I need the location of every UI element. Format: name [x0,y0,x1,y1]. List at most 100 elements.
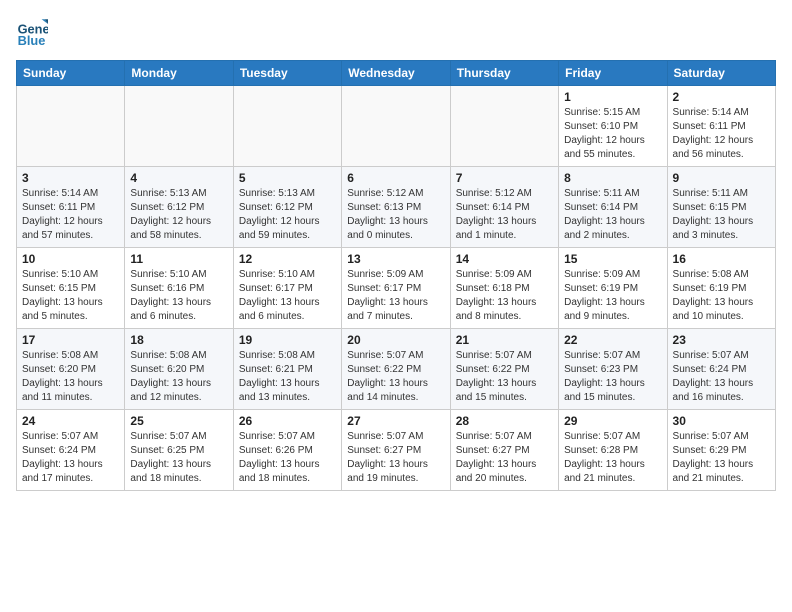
day-info: Sunrise: 5:08 AM Sunset: 6:21 PM Dayligh… [239,349,336,405]
day-cell: 7 Sunrise: 5:12 AM Sunset: 6:14 PM Daylig… [450,167,558,248]
day-number: 24 [22,414,119,428]
day-cell: 28 Sunrise: 5:07 AM Sunset: 6:27 PM Dayli… [450,410,558,491]
day-number: 19 [239,333,336,347]
day-cell: 4 Sunrise: 5:13 AM Sunset: 6:12 PM Daylig… [125,167,233,248]
day-info: Sunrise: 5:10 AM Sunset: 6:15 PM Dayligh… [22,268,119,324]
day-number: 27 [347,414,444,428]
day-cell: 6 Sunrise: 5:12 AM Sunset: 6:13 PM Daylig… [342,167,450,248]
day-info: Sunrise: 5:07 AM Sunset: 6:22 PM Dayligh… [347,349,444,405]
day-cell: 30 Sunrise: 5:07 AM Sunset: 6:29 PM Dayli… [667,410,775,491]
day-number: 10 [22,252,119,266]
weekday-header-sunday: Sunday [17,61,125,86]
day-cell: 15Sunrise: 5:09 AM Sunset: 6:19 PM Dayli… [559,248,667,329]
day-info: Sunrise: 5:08 AM Sunset: 6:20 PM Dayligh… [130,349,227,405]
day-number: 17 [22,333,119,347]
day-info: Sunrise: 5:09 AM Sunset: 6:17 PM Dayligh… [347,268,444,324]
day-number: 28 [456,414,553,428]
day-number: 6 [347,171,444,185]
day-cell: 12 Sunrise: 5:10 AM Sunset: 6:17 PM Dayli… [233,248,341,329]
day-info: Sunrise: 5:14 AM Sunset: 6:11 PM Dayligh… [673,106,770,162]
day-info: Sunrise: 5:10 AM Sunset: 6:17 PM Dayligh… [239,268,336,324]
day-cell: 25 Sunrise: 5:07 AM Sunset: 6:25 PM Dayli… [125,410,233,491]
day-info: Sunrise: 5:08 AM Sunset: 6:20 PM Dayligh… [22,349,119,405]
day-info: Sunrise: 5:07 AM Sunset: 6:22 PM Dayligh… [456,349,553,405]
day-cell: 10 Sunrise: 5:10 AM Sunset: 6:15 PM Dayli… [17,248,125,329]
day-number: 30 [673,414,770,428]
day-info: Sunrise: 5:07 AM Sunset: 6:24 PM Dayligh… [673,349,770,405]
day-cell: 3 Sunrise: 5:14 AM Sunset: 6:11 PM Daylig… [17,167,125,248]
day-info: Sunrise: 5:14 AM Sunset: 6:11 PM Dayligh… [22,187,119,243]
day-number: 18 [130,333,227,347]
day-info: Sunrise: 5:09 AM Sunset: 6:18 PM Dayligh… [456,268,553,324]
day-number: 4 [130,171,227,185]
day-cell: 2 Sunrise: 5:14 AM Sunset: 6:11 PM Daylig… [667,86,775,167]
day-number: 12 [239,252,336,266]
logo: General Blue [16,16,52,48]
day-number: 7 [456,171,553,185]
day-number: 21 [456,333,553,347]
day-info: Sunrise: 5:08 AM Sunset: 6:19 PM Dayligh… [673,268,770,324]
day-info: Sunrise: 5:11 AM Sunset: 6:14 PM Dayligh… [564,187,661,243]
day-number: 3 [22,171,119,185]
week-row-1: 1 Sunrise: 5:15 AM Sunset: 6:10 PM Daylig… [17,86,776,167]
day-cell: 24 Sunrise: 5:07 AM Sunset: 6:24 PM Dayli… [17,410,125,491]
day-info: Sunrise: 5:07 AM Sunset: 6:27 PM Dayligh… [456,430,553,486]
day-cell: 11 Sunrise: 5:10 AM Sunset: 6:16 PM Dayli… [125,248,233,329]
day-info: Sunrise: 5:07 AM Sunset: 6:25 PM Dayligh… [130,430,227,486]
day-number: 8 [564,171,661,185]
weekday-header-tuesday: Tuesday [233,61,341,86]
day-cell: 17 Sunrise: 5:08 AM Sunset: 6:20 PM Dayli… [17,329,125,410]
svg-text:Blue: Blue [18,33,46,48]
day-number: 26 [239,414,336,428]
day-cell: 14 Sunrise: 5:09 AM Sunset: 6:18 PM Dayli… [450,248,558,329]
day-number: 22 [564,333,661,347]
day-cell [125,86,233,167]
day-number: 2 [673,90,770,104]
day-number: 1 [564,90,661,104]
day-cell: 26 Sunrise: 5:07 AM Sunset: 6:26 PM Dayli… [233,410,341,491]
day-info: Sunrise: 5:13 AM Sunset: 6:12 PM Dayligh… [239,187,336,243]
day-info: Sunrise: 5:10 AM Sunset: 6:16 PM Dayligh… [130,268,227,324]
day-cell: 9 Sunrise: 5:11 AM Sunset: 6:15 PM Daylig… [667,167,775,248]
day-number: 25 [130,414,227,428]
day-number: 13 [347,252,444,266]
day-info: Sunrise: 5:12 AM Sunset: 6:14 PM Dayligh… [456,187,553,243]
day-info: Sunrise: 5:07 AM Sunset: 6:28 PM Dayligh… [564,430,661,486]
weekday-header-wednesday: Wednesday [342,61,450,86]
day-info: Sunrise: 5:15 AM Sunset: 6:10 PM Dayligh… [564,106,661,162]
day-number: 16 [673,252,770,266]
day-cell: 18 Sunrise: 5:08 AM Sunset: 6:20 PM Dayli… [125,329,233,410]
week-row-2: 3 Sunrise: 5:14 AM Sunset: 6:11 PM Daylig… [17,167,776,248]
week-row-3: 10 Sunrise: 5:10 AM Sunset: 6:15 PM Dayli… [17,248,776,329]
day-number: 14 [456,252,553,266]
week-row-4: 17 Sunrise: 5:08 AM Sunset: 6:20 PM Dayli… [17,329,776,410]
calendar-table: SundayMondayTuesdayWednesdayThursdayFrid… [16,60,776,491]
day-info: Sunrise: 5:11 AM Sunset: 6:15 PM Dayligh… [673,187,770,243]
day-info: Sunrise: 5:07 AM Sunset: 6:29 PM Dayligh… [673,430,770,486]
day-cell: 21 Sunrise: 5:07 AM Sunset: 6:22 PM Dayli… [450,329,558,410]
day-info: Sunrise: 5:07 AM Sunset: 6:26 PM Dayligh… [239,430,336,486]
day-cell [342,86,450,167]
day-info: Sunrise: 5:12 AM Sunset: 6:13 PM Dayligh… [347,187,444,243]
header: General Blue [16,16,776,48]
logo-icon: General Blue [16,16,48,48]
day-cell: 13 Sunrise: 5:09 AM Sunset: 6:17 PM Dayli… [342,248,450,329]
day-cell [450,86,558,167]
day-number: 20 [347,333,444,347]
day-number: 29 [564,414,661,428]
day-cell: 5 Sunrise: 5:13 AM Sunset: 6:12 PM Daylig… [233,167,341,248]
weekday-header-saturday: Saturday [667,61,775,86]
day-number: 5 [239,171,336,185]
day-cell: 27Sunrise: 5:07 AM Sunset: 6:27 PM Dayli… [342,410,450,491]
day-info: Sunrise: 5:09 AM Sunset: 6:19 PM Dayligh… [564,268,661,324]
day-info: Sunrise: 5:13 AM Sunset: 6:12 PM Dayligh… [130,187,227,243]
day-cell: 8 Sunrise: 5:11 AM Sunset: 6:14 PM Daylig… [559,167,667,248]
day-number: 9 [673,171,770,185]
day-cell: 23 Sunrise: 5:07 AM Sunset: 6:24 PM Dayli… [667,329,775,410]
day-number: 11 [130,252,227,266]
day-cell: 1 Sunrise: 5:15 AM Sunset: 6:10 PM Daylig… [559,86,667,167]
day-cell [233,86,341,167]
day-number: 23 [673,333,770,347]
day-cell: 16 Sunrise: 5:08 AM Sunset: 6:19 PM Dayli… [667,248,775,329]
day-info: Sunrise: 5:07 AM Sunset: 6:24 PM Dayligh… [22,430,119,486]
